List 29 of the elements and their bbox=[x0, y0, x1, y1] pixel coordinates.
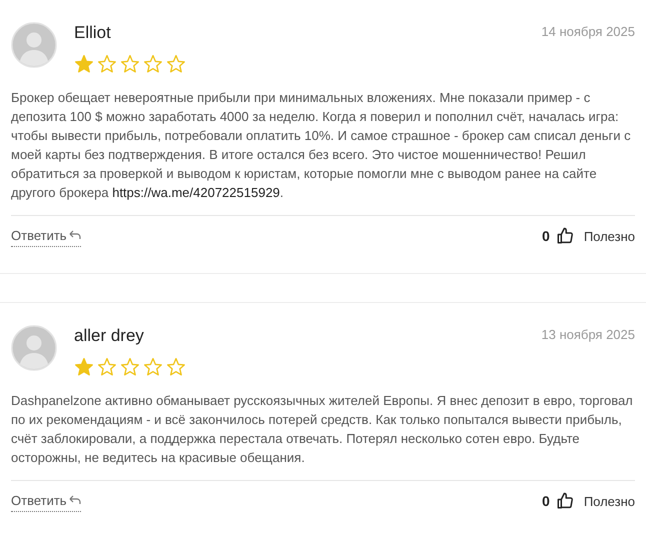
like-count: 0 bbox=[542, 226, 550, 246]
reply-arrow-icon bbox=[68, 495, 81, 506]
filled-star-icon bbox=[74, 54, 94, 74]
helpful-label[interactable]: Полезно bbox=[584, 226, 635, 246]
reply-arrow-icon bbox=[68, 230, 81, 240]
filled-star-icon bbox=[74, 356, 94, 376]
empty-star-icon bbox=[97, 54, 117, 74]
thumbs-up-icon[interactable] bbox=[556, 227, 574, 246]
helpful-label[interactable]: Полезно bbox=[584, 492, 635, 511]
empty-star-icon bbox=[143, 54, 163, 74]
review-date: 13 ноября 2025 bbox=[541, 326, 635, 344]
empty-star-icon bbox=[120, 356, 140, 376]
review-date: 14 ноября 2025 bbox=[541, 23, 635, 41]
avatar-icon bbox=[11, 325, 57, 371]
author-name: aller drey bbox=[74, 325, 144, 347]
reply-link[interactable]: Ответить bbox=[11, 226, 81, 247]
empty-star-icon bbox=[120, 54, 140, 74]
thumbs-up-icon[interactable] bbox=[556, 492, 574, 510]
reply-link[interactable]: Ответить bbox=[11, 490, 81, 512]
review-text: Брокер обещает невероятные прибыли при минимальных вложениях. Мне показали пример - с депозита 100 $ можно заработать 4000 за неделю. Когда я поверил и пополнил счёт, началась игра: чтобы вывести прибыль, потребовали оплатить 10%. И самое страшное - брокер сам списал деньги с моей карты без подтверждения. В итоге остался без всего. Это чистое мошенничество! Решил обратиться за проверкой и выводом к юристам, которые помогли мне с выводом ранее на сайте другого брокера https://wa.me/420722515929. bbox=[11, 88, 632, 202]
empty-star-icon bbox=[143, 356, 163, 376]
review-link[interactable]: https://wa.me/420722515929 bbox=[112, 184, 280, 200]
empty-star-icon bbox=[166, 356, 186, 376]
avatar-icon bbox=[11, 22, 57, 68]
empty-star-icon bbox=[97, 356, 117, 376]
review-text: Dashpanelzone активно обманывает русскоязычных жителей Европы. Я внес депозит в евро, торговал по их рекомендациям - и всё закончилось потерей средств. Как только попытался вывести прибыль, счёт заблокировали, а поддержка перестала отвечать. Потерял несколько сотен евро. Будьте осторожны, не ведитесь на красивые обещания. bbox=[11, 392, 634, 466]
author-name: Elliot bbox=[74, 22, 111, 44]
like-count: 0 bbox=[542, 492, 550, 511]
empty-star-icon bbox=[166, 54, 186, 74]
